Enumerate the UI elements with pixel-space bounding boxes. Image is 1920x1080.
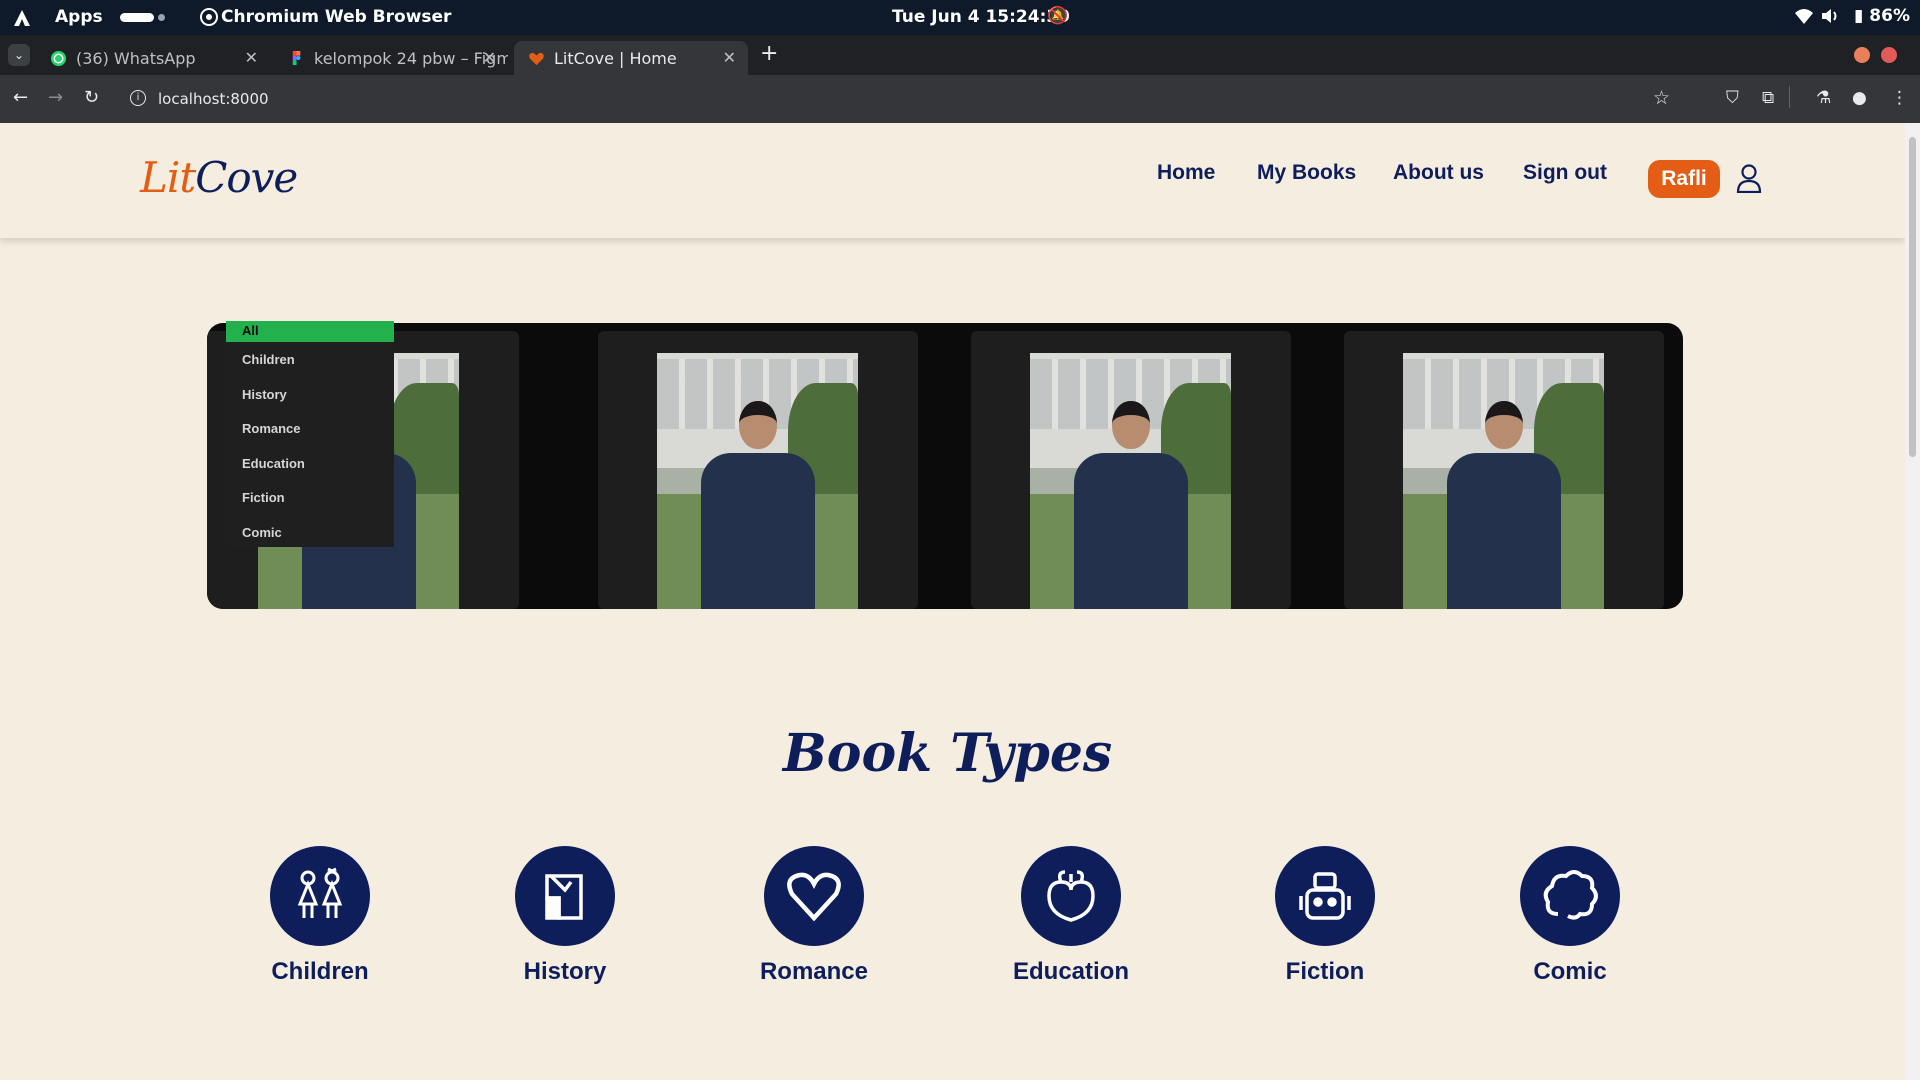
nav-about-us[interactable]: About us [1393,161,1484,185]
heart-icon [529,52,544,66]
os-logo-icon[interactable] [12,8,32,28]
back-arrow-icon[interactable]: ← [13,87,28,108]
tab-litcove[interactable]: LitCove | Home ✕ [514,41,748,75]
clock[interactable]: Tue Jun 4 15:24:39 [892,7,1070,27]
close-tab-icon[interactable]: ✕ [483,48,496,67]
book-type-children[interactable]: Children [240,846,400,986]
logo-cove: Cove [195,153,298,202]
book-type-circle[interactable] [764,846,864,946]
category-fiction[interactable]: Fiction [226,484,394,508]
nav-my-books[interactable]: My Books [1257,161,1356,185]
book-type-circle[interactable] [1275,846,1375,946]
book-card[interactable] [598,331,918,609]
battery-status[interactable]: ▮ 86% [1854,6,1910,26]
nav-sign-out[interactable]: Sign out [1523,161,1607,185]
volume-icon[interactable] [1820,6,1840,26]
browser-menu-icon[interactable]: ⋮ [1891,88,1908,108]
bookmark-star-icon[interactable]: ☆ [1653,87,1670,109]
new-tab-button[interactable]: + [760,41,778,66]
notifications-muted-icon[interactable]: 🔕 [1047,6,1068,26]
user-profile-icon[interactable] [1736,163,1762,193]
book-type-label: Comic [1533,958,1607,985]
history-icon [545,874,583,920]
user-name-button[interactable]: Rafli [1648,160,1720,198]
os-top-bar: Apps Chromium Web Browser Tue Jun 4 15:2… [0,0,1920,35]
book-type-label: Children [271,958,369,985]
battery-icon: ▮ [1854,6,1864,26]
profile-avatar-icon[interactable]: ● [1852,88,1867,108]
url-text[interactable]: localhost:8000 [158,90,269,108]
forward-arrow-icon[interactable]: → [48,87,63,108]
tab-search-button[interactable]: ⌄ [8,44,30,66]
book-type-label: Education [1012,958,1129,985]
book-type-label: Fiction [1285,958,1365,985]
close-tab-icon[interactable]: ✕ [245,48,258,67]
book-type-label: Romance [759,958,869,985]
site-header: LitCove Home My Books About us Sign out … [0,123,1905,238]
book-type-education[interactable]: Education [991,846,1151,986]
scrollbar-thumb[interactable] [1909,137,1916,457]
category-romance[interactable]: Romance [226,415,394,439]
toolbar-divider [1789,86,1790,108]
brain-icon [1047,870,1095,922]
whatsapp-icon [50,50,67,67]
nav-home[interactable]: Home [1157,161,1215,185]
book-type-romance[interactable]: Romance [734,846,894,986]
minimize-window-button[interactable] [1854,47,1870,63]
book-type-circle[interactable] [270,846,370,946]
apps-menu[interactable]: Apps [55,7,103,27]
book-type-circle[interactable] [1021,846,1121,946]
book-cover-image [1403,353,1604,609]
workspace-indicator-active[interactable] [120,13,154,22]
chevron-down-icon: ⌄ [13,48,25,62]
page-scrollbar[interactable] [1905,123,1920,1080]
tab-title: LitCove | Home [554,49,677,68]
cloud-icon [1543,870,1598,920]
book-type-history[interactable]: History [485,846,645,986]
figma-icon [292,50,301,66]
book-type-label: History [523,958,607,985]
section-title-book-types: Book Types [782,723,1113,784]
category-dropdown: All Children History Romance Education F… [226,321,394,547]
category-history[interactable]: History [226,381,394,405]
close-window-button[interactable] [1881,47,1897,63]
tab-title: (36) WhatsApp [76,49,196,68]
book-cover-image [1030,353,1231,609]
category-children[interactable]: Children [226,346,394,370]
book-carousel[interactable] [207,323,1683,609]
browser-toolbar: ← → ↻ i localhost:8000 ☆ ⛉ ⧉ ⚗ ● ⋮ [0,75,1920,123]
book-type-comic[interactable]: Comic [1490,846,1650,986]
reload-icon[interactable]: ↻ [84,87,99,108]
tab-whatsapp[interactable]: (36) WhatsApp ✕ [36,41,270,75]
chromium-icon [200,8,218,26]
book-cover-image [657,353,858,609]
book-type-circle[interactable] [515,846,615,946]
battery-percent: 86% [1869,6,1910,26]
active-app-name[interactable]: Chromium Web Browser [221,7,451,27]
book-card[interactable] [1344,331,1664,609]
heart-icon [787,872,841,922]
category-all[interactable]: All [226,321,394,342]
site-info-icon[interactable]: i [130,90,146,106]
tab-title: kelompok 24 pbw – Figma [314,49,508,68]
browser-tab-strip: ⌄ (36) WhatsApp ✕ kelompok 24 pbw – Figm… [0,35,1920,75]
wifi-icon[interactable] [1794,6,1814,26]
book-card[interactable] [971,331,1291,609]
web-page: LitCove Home My Books About us Sign out … [0,123,1905,1080]
shield-extension-icon[interactable]: ⛉ [1726,88,1739,108]
children-icon [297,867,343,918]
close-tab-icon[interactable]: ✕ [723,48,736,67]
book-type-fiction[interactable]: Fiction [1245,846,1405,986]
logo-lit: Lit [140,153,196,202]
category-comic[interactable]: Comic [226,519,394,543]
extensions-puzzle-icon[interactable]: ⧉ [1762,88,1774,108]
book-type-circle[interactable] [1520,846,1620,946]
tab-figma[interactable]: kelompok 24 pbw – Figma ✕ [274,41,508,75]
robot-icon [1299,872,1351,920]
labs-flask-icon[interactable]: ⚗ [1816,88,1831,108]
address-bar[interactable]: i localhost:8000 ☆ [118,81,1688,117]
workspace-indicator[interactable] [158,14,165,21]
site-logo[interactable]: LitCove [140,153,298,202]
category-education[interactable]: Education [226,450,394,474]
